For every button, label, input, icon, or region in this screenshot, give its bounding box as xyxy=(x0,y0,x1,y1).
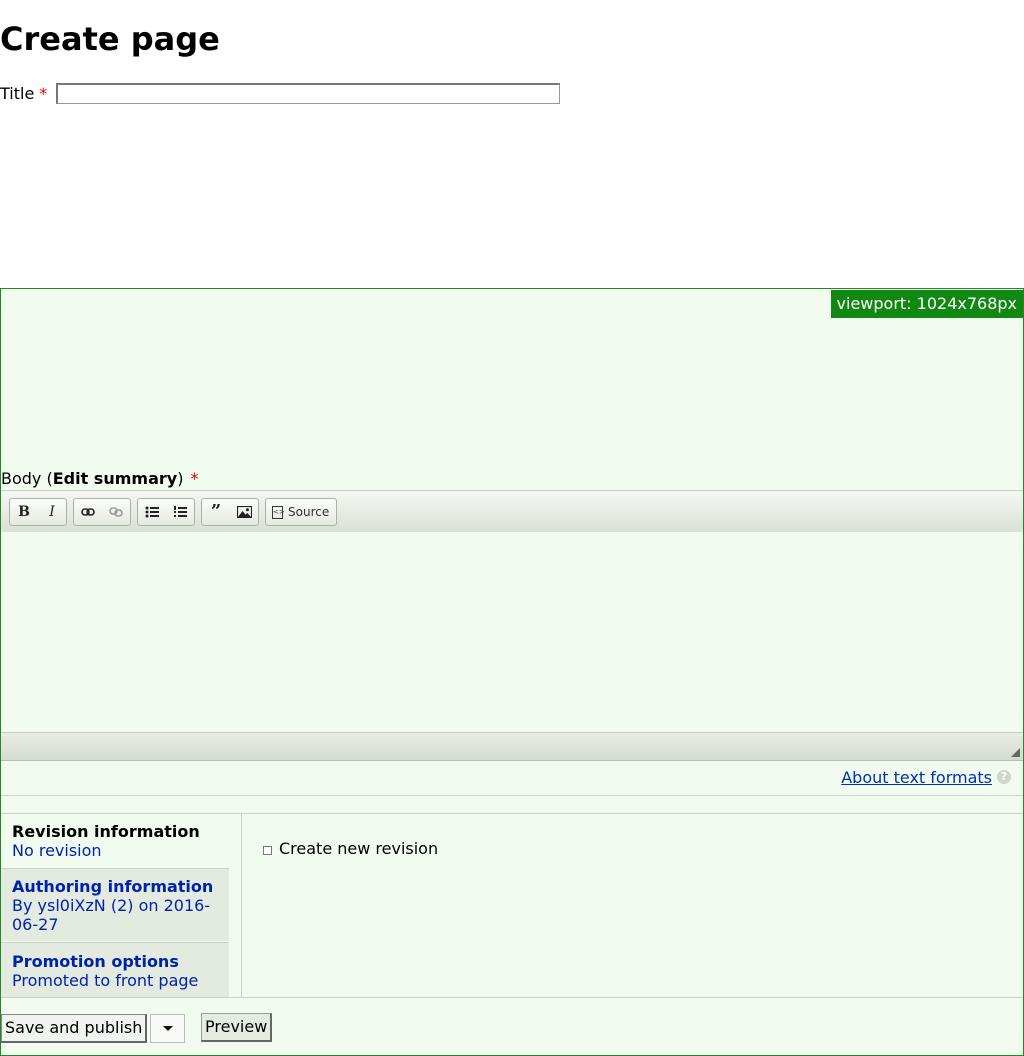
toolbar-group-lists xyxy=(137,498,195,526)
toolbar-group-links xyxy=(73,498,131,526)
help-icon[interactable]: ? xyxy=(997,770,1011,784)
revision-pane: Create new revision xyxy=(263,839,438,858)
vertical-tab-title: Promotion options xyxy=(12,952,179,971)
source-label: Source xyxy=(288,505,330,519)
vertical-tab-summary: Promoted to front page xyxy=(12,971,199,990)
source-button[interactable]: <> Source xyxy=(266,499,336,525)
editor-statusbar xyxy=(1,732,1023,761)
italic-icon: I xyxy=(49,504,55,520)
required-marker: * xyxy=(39,83,48,103)
title-field: Title * xyxy=(0,82,561,104)
toolbar-group-media: ” xyxy=(201,498,259,526)
body-label-suffix: ) xyxy=(177,469,184,488)
bulleted-list-icon xyxy=(145,506,159,518)
vertical-tab-list: Revision information No revision Authori… xyxy=(1,814,242,997)
about-text-formats-link[interactable]: About text formats xyxy=(841,768,992,788)
body-editor[interactable] xyxy=(1,532,1023,732)
edit-summary-link[interactable]: Edit summary xyxy=(53,469,177,488)
title-label: Title xyxy=(0,83,35,103)
toolbar-group-basic: B I xyxy=(9,498,67,526)
chevron-down-icon xyxy=(162,1026,173,1031)
text-format-row: About text formats ? xyxy=(1,760,1023,796)
editor-toolbar: B I ” <> Source xyxy=(1,490,1023,533)
italic-button[interactable]: I xyxy=(38,499,66,525)
bulleted-list-button[interactable] xyxy=(138,499,166,525)
body-label-prefix: Body ( xyxy=(1,469,53,488)
image-icon xyxy=(236,506,252,518)
vertical-tab-summary: No revision xyxy=(12,841,102,860)
create-new-revision-label[interactable]: Create new revision xyxy=(279,839,438,858)
preview-button[interactable]: Preview xyxy=(201,1013,273,1042)
form-actions: Save and publish Preview xyxy=(1,997,1023,1056)
source-icon: <> xyxy=(272,505,285,519)
body-label: Body (Edit summary) * xyxy=(1,469,199,489)
create-new-revision-checkbox[interactable] xyxy=(263,845,272,855)
bold-button[interactable]: B xyxy=(10,499,38,525)
blockquote-button[interactable]: ” xyxy=(202,499,230,525)
numbered-list-button[interactable] xyxy=(166,499,194,525)
resize-handle-icon[interactable] xyxy=(1011,748,1020,757)
blockquote-icon: ” xyxy=(210,501,222,522)
numbered-list-icon xyxy=(174,506,187,517)
vertical-tab-title: Revision information xyxy=(12,822,200,841)
link-icon xyxy=(81,508,95,516)
vertical-tab-authoring-information[interactable]: Authoring information By ysl0iXzN (2) on… xyxy=(1,868,229,941)
save-options-dropdown[interactable] xyxy=(150,1014,185,1043)
vertical-tabs: Revision information No revision Authori… xyxy=(1,813,1023,998)
page-title: Create page xyxy=(0,20,220,58)
viewport-badge: viewport: 1024x768px xyxy=(830,290,1023,318)
vertical-tab-title: Authoring information xyxy=(12,877,214,896)
viewport-frame: viewport: 1024x768px Body (Edit summary)… xyxy=(0,288,1024,1056)
link-button[interactable] xyxy=(74,499,102,525)
title-input[interactable] xyxy=(56,82,561,104)
unlink-button[interactable] xyxy=(102,499,130,525)
toolbar-group-source: <> Source xyxy=(265,498,338,526)
save-and-publish-button[interactable]: Save and publish xyxy=(1,1014,148,1043)
vertical-tab-summary: By ysl0iXzN (2) on 2016-06-27 xyxy=(12,896,211,934)
vertical-tab-promotion-options[interactable]: Promotion options Promoted to front page xyxy=(1,942,229,997)
required-marker: * xyxy=(190,469,199,488)
vertical-tab-revision-information[interactable]: Revision information No revision xyxy=(1,822,240,870)
unlink-icon xyxy=(109,507,123,517)
bold-icon: B xyxy=(18,504,30,520)
image-button[interactable] xyxy=(230,499,258,525)
